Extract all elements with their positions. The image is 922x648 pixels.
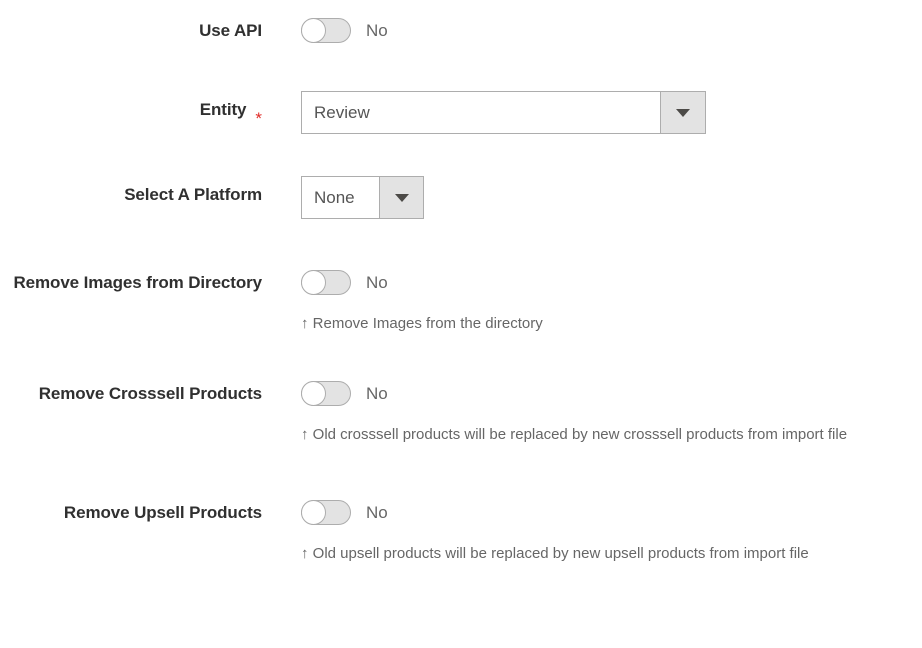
- toggle-remove-upsell-products[interactable]: [301, 499, 351, 525]
- field-label-use-api: Use API: [199, 21, 262, 40]
- select-entity[interactable]: Review: [301, 91, 706, 134]
- toggle-knob-icon: [301, 270, 326, 295]
- import-settings-form: Use API No Entity * Review Select A Plat…: [0, 0, 922, 564]
- field-control-remove-upsell: No ↑ Old upsell products will be replace…: [262, 494, 922, 564]
- required-marker-entity: *: [255, 109, 262, 128]
- row-spacer: [0, 446, 922, 494]
- select-arrow-entity[interactable]: [660, 92, 705, 133]
- field-control-use-api: No: [262, 12, 922, 43]
- row-spacer: [0, 334, 922, 375]
- chevron-down-icon: [676, 108, 690, 117]
- field-label-remove-images-from-directory: Remove Images from Directory: [13, 273, 262, 292]
- select-value-entity: Review: [302, 92, 660, 133]
- field-label-select-a-platform: Select A Platform: [124, 185, 262, 204]
- field-label-entity: Entity: [199, 100, 247, 119]
- toggle-knob-icon: [301, 499, 326, 525]
- field-label-container-remove-crosssell: Remove Crosssell Products: [0, 375, 262, 405]
- field-use-api: Use API No: [0, 12, 922, 43]
- toggle-row-remove-crosssell: No: [301, 375, 922, 407]
- toggle-knob-icon: [301, 381, 326, 407]
- select-platform[interactable]: None: [301, 176, 424, 219]
- row-spacer: [0, 219, 922, 264]
- toggle-knob-icon: [301, 18, 326, 43]
- toggle-row-remove-upsell: No: [301, 494, 922, 525]
- toggle-remove-images-from-directory[interactable]: [301, 270, 351, 295]
- toggle-use-api[interactable]: [301, 18, 351, 43]
- toggle-value-use-api: No: [366, 21, 388, 40]
- field-label-container-remove-upsell: Remove Upsell Products: [0, 494, 262, 524]
- toggle-value-remove-crosssell: No: [366, 384, 388, 404]
- field-select-a-platform: Select A Platform None: [0, 176, 922, 219]
- toggle-remove-crosssell-products[interactable]: [301, 381, 351, 407]
- select-value-platform: None: [302, 177, 379, 218]
- field-label-container-use-api: Use API: [0, 12, 262, 42]
- field-label-container-select-a-platform: Select A Platform: [0, 176, 262, 206]
- field-label-container-remove-images: Remove Images from Directory: [0, 264, 262, 294]
- field-hint-remove-crosssell: ↑ Old crosssell products will be replace…: [301, 426, 848, 444]
- field-remove-upsell-products: Remove Upsell Products No ↑ Old upsell p…: [0, 494, 922, 564]
- row-spacer: [0, 134, 922, 176]
- toggle-value-remove-upsell: No: [366, 502, 388, 522]
- field-hint-remove-upsell: ↑ Old upsell products will be replaced b…: [301, 544, 809, 562]
- field-remove-images-from-directory: Remove Images from Directory No ↑ Remove…: [0, 264, 922, 334]
- toggle-value-remove-images: No: [366, 273, 388, 292]
- field-remove-crosssell-products: Remove Crosssell Products No ↑ Old cross…: [0, 375, 922, 445]
- field-control-select-a-platform: None: [262, 176, 922, 219]
- field-control-entity: Review: [262, 91, 922, 134]
- toggle-row-remove-images: No: [301, 264, 922, 295]
- field-label-remove-crosssell-products: Remove Crosssell Products: [38, 384, 262, 404]
- field-label-remove-upsell-products: Remove Upsell Products: [63, 502, 262, 522]
- row-spacer: [0, 43, 922, 91]
- field-label-container-entity: Entity *: [0, 91, 262, 130]
- select-arrow-platform[interactable]: [379, 177, 423, 218]
- field-hint-remove-images: ↑ Remove Images from the directory: [301, 315, 543, 332]
- chevron-down-icon: [394, 193, 409, 202]
- toggle-row-use-api: No: [301, 12, 922, 43]
- field-control-remove-crosssell: No ↑ Old crosssell products will be repl…: [262, 375, 922, 445]
- field-entity: Entity * Review: [0, 91, 922, 134]
- field-control-remove-images: No ↑ Remove Images from the directory: [262, 264, 922, 334]
